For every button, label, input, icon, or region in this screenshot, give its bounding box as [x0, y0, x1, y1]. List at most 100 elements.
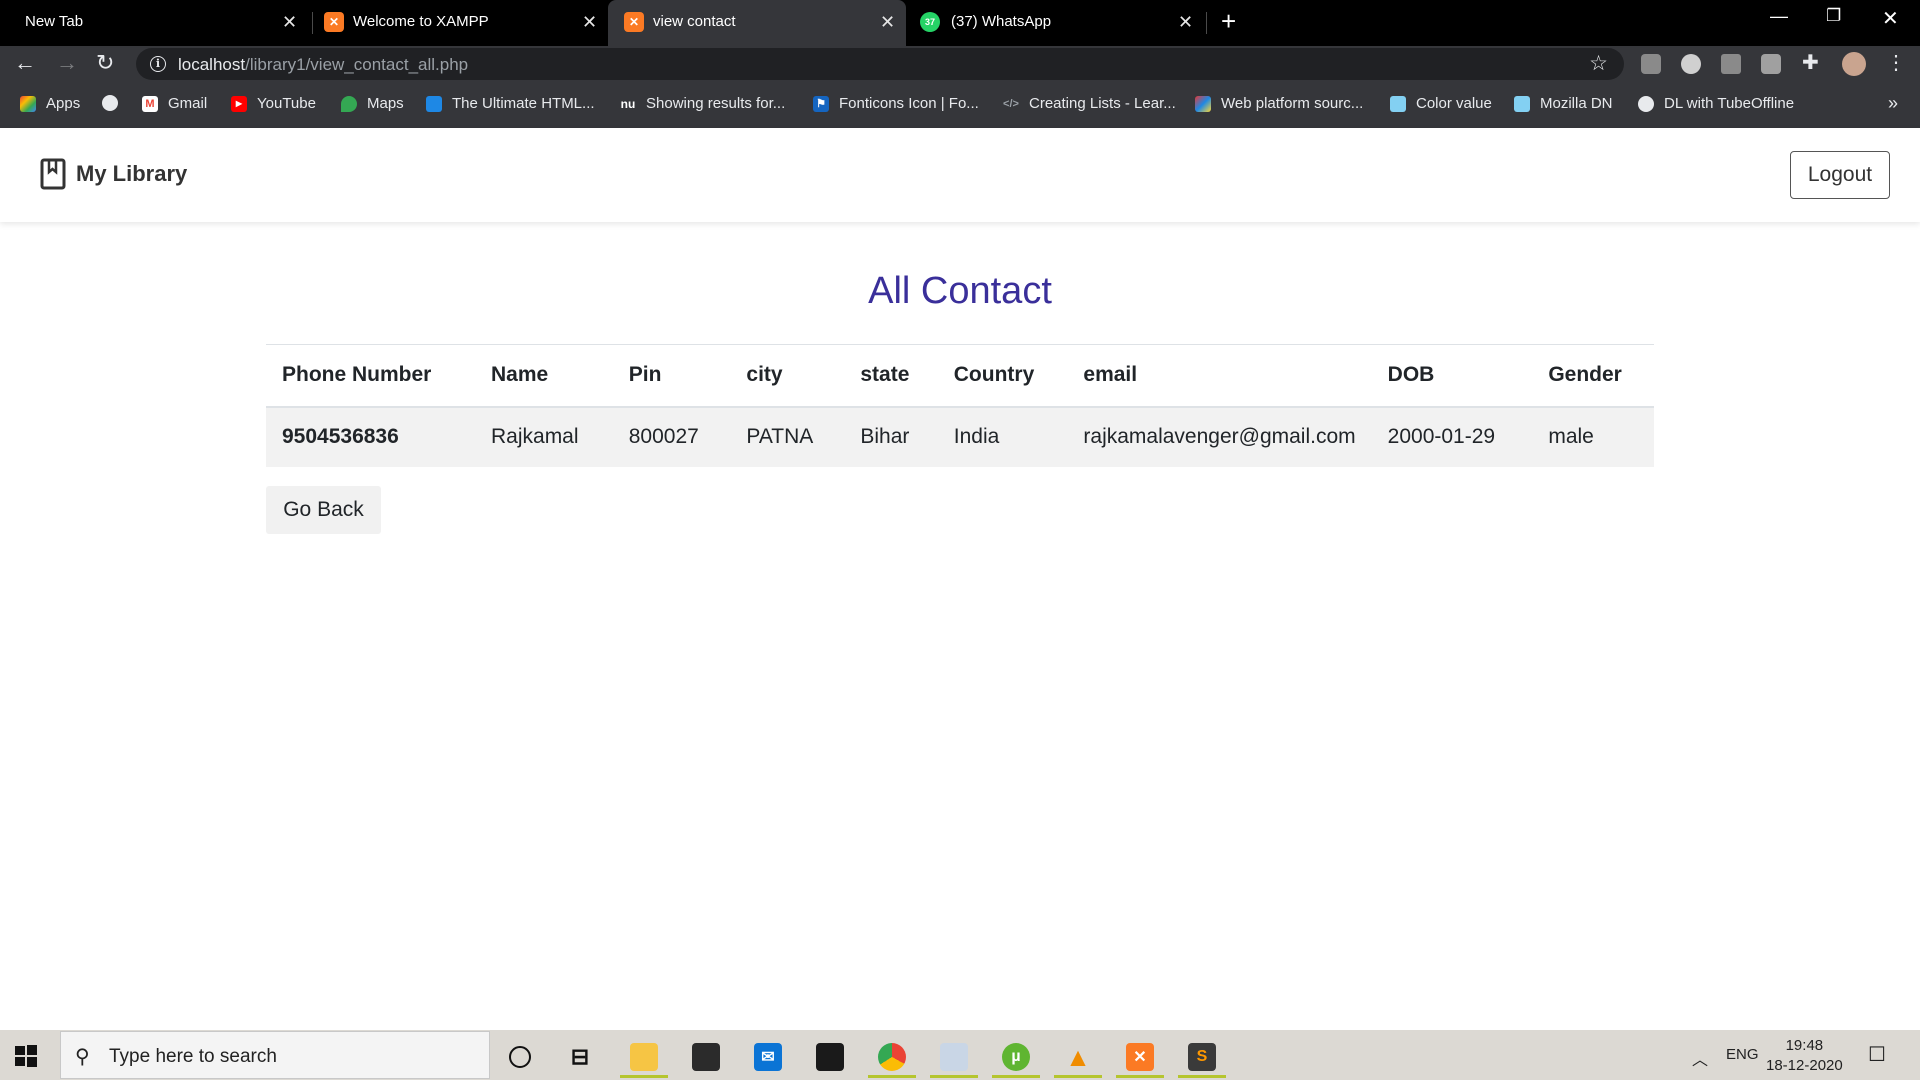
file-explorer-icon[interactable]	[618, 1036, 670, 1078]
tab-title: (37) WhatsApp	[951, 13, 1052, 30]
puzzle-extensions-icon[interactable]: ✚	[1802, 50, 1819, 76]
contact-table: Phone Number Name Pin city state Country…	[266, 344, 1654, 467]
taskbar-search-input[interactable]: ⚲ Type here to search	[60, 1031, 490, 1079]
tab-view-contact[interactable]: ✕ view contact ✕	[608, 0, 906, 46]
go-back-button[interactable]: Go Back	[266, 486, 381, 534]
task-view-icon[interactable]: ⊟	[554, 1036, 606, 1078]
cell-pin: 800027	[612, 406, 731, 467]
column-header: Name	[475, 344, 613, 408]
vlc-icon[interactable]: ▲	[1052, 1036, 1104, 1078]
close-icon[interactable]: ✕	[880, 12, 895, 32]
close-icon[interactable]: ✕	[1178, 12, 1193, 32]
bookmarks-bar: Apps M Gmail ▶ YouTube Maps The Ultimate…	[0, 82, 1920, 128]
bookmark-fonticons[interactable]: ⚑ Fonticons Icon | Fo...	[813, 95, 979, 112]
minimize-icon[interactable]: —	[1770, 6, 1788, 27]
tab-title: view contact	[653, 13, 736, 30]
column-header: DOB	[1371, 344, 1533, 408]
chrome-icon[interactable]	[866, 1036, 918, 1078]
search-icon: ⚲	[75, 1046, 90, 1068]
close-icon[interactable]: ✕	[282, 12, 297, 32]
cell-phone: 9504536836	[266, 406, 475, 467]
bookmark-web-platform[interactable]: Web platform sourc...	[1195, 95, 1363, 112]
bookmark-tubeoffline[interactable]: DL with TubeOffline	[1638, 95, 1794, 112]
download-extension-icon[interactable]	[1721, 54, 1741, 74]
restore-icon[interactable]: ❐	[1826, 6, 1841, 26]
site-navbar: My Library Logout	[0, 128, 1920, 222]
chevron-up-icon[interactable]: ︿	[1692, 1046, 1708, 1070]
tab-whatsapp[interactable]: 37 (37) WhatsApp ✕	[920, 0, 1204, 46]
extension-icon[interactable]	[1761, 54, 1781, 74]
bookmark-color-value[interactable]: Color value	[1390, 95, 1492, 112]
windows-taskbar: ⚲ Type here to search ⊟ ✉ µ ▲ ✕ S ︿ ENG …	[0, 1030, 1920, 1080]
brand-link[interactable]: My Library	[40, 158, 187, 190]
browser-toolbar: ← → ↻ i localhost/library1/view_contact_…	[0, 46, 1920, 82]
apps-grid-icon	[20, 95, 36, 112]
cell-dob: 2000-01-29	[1371, 406, 1533, 467]
column-header: city	[730, 344, 845, 408]
info-icon[interactable]: i	[150, 56, 166, 72]
language-indicator[interactable]: ENG	[1726, 1046, 1759, 1063]
close-icon[interactable]: ✕	[582, 12, 597, 32]
extension-icon[interactable]	[1681, 54, 1701, 74]
globe-icon	[1638, 95, 1654, 112]
bookmark-creating-lists[interactable]: </> Creating Lists - Lear...	[1003, 95, 1176, 112]
clock[interactable]: 19:48 18-12-2020	[1766, 1036, 1843, 1076]
cell-gender: male	[1532, 406, 1654, 467]
store-icon[interactable]	[680, 1036, 732, 1078]
bookmark-gmail[interactable]: M Gmail	[142, 95, 207, 112]
notification-icon[interactable]: ☐	[1868, 1042, 1886, 1067]
predator-sense-icon[interactable]	[804, 1036, 856, 1078]
sublime-text-icon[interactable]: S	[1176, 1036, 1228, 1078]
mdn-icon	[1514, 95, 1530, 112]
bookmark-book-icon	[40, 158, 66, 190]
tab-title: Welcome to XAMPP	[353, 13, 489, 30]
mdn-icon	[1390, 95, 1406, 112]
clock-date: 18-12-2020	[1766, 1057, 1843, 1074]
cortana-icon[interactable]	[494, 1036, 546, 1078]
cell-email: rajkamalavenger@gmail.com	[1067, 406, 1372, 467]
profile-avatar-icon[interactable]	[1842, 52, 1866, 76]
gmail-icon: M	[142, 95, 158, 112]
tab-new-tab[interactable]: New Tab ✕	[0, 0, 310, 46]
logout-button[interactable]: Logout	[1790, 151, 1890, 199]
close-window-icon[interactable]: ✕	[1882, 6, 1899, 31]
shield-icon	[426, 95, 442, 112]
page-title: All Contact	[868, 270, 1052, 312]
extension-icon[interactable]	[1641, 54, 1661, 74]
maps-icon	[341, 95, 357, 112]
forward-arrow-icon[interactable]: →	[56, 50, 78, 76]
new-tab-plus-icon[interactable]: +	[1221, 8, 1236, 34]
bookmark-apps[interactable]: Apps	[20, 95, 80, 112]
bookmark-globe[interactable]	[102, 95, 128, 111]
reload-icon[interactable]: ↻	[96, 50, 114, 76]
windows-start-icon[interactable]	[14, 1044, 38, 1068]
xampp-icon: ✕	[624, 12, 644, 32]
photos-icon[interactable]	[928, 1036, 980, 1078]
brand-name: My Library	[76, 161, 188, 186]
address-bar[interactable]: i localhost/library1/view_contact_all.ph…	[136, 48, 1624, 80]
menu-kebab-icon[interactable]: ⋮	[1886, 50, 1906, 76]
nu-icon: nu	[620, 96, 636, 111]
bookmark-ultimate-html[interactable]: The Ultimate HTML...	[426, 95, 595, 112]
clock-time: 19:48	[1785, 1037, 1824, 1054]
flag-icon: ⚑	[813, 95, 829, 112]
bookmark-youtube[interactable]: ▶ YouTube	[231, 95, 316, 112]
back-arrow-icon[interactable]: ←	[14, 50, 36, 76]
utorrent-icon[interactable]: µ	[990, 1036, 1042, 1078]
xampp-icon[interactable]: ✕	[1114, 1036, 1166, 1078]
url-text[interactable]: localhost/library1/view_contact_all.php	[178, 55, 468, 75]
youtube-icon: ▶	[231, 95, 247, 112]
search-placeholder: Type here to search	[109, 1046, 277, 1067]
bookmark-showing-results[interactable]: nu Showing results for...	[620, 95, 786, 112]
column-header: email	[1067, 344, 1372, 408]
cell-state: Bihar	[844, 406, 938, 467]
column-header: Country	[937, 344, 1068, 408]
cell-country: India	[937, 406, 1068, 467]
chevron-double-right-icon[interactable]: »	[1888, 93, 1898, 114]
bookmark-mozilla-dn[interactable]: Mozilla DN	[1514, 95, 1613, 112]
tab-welcome-xampp[interactable]: ✕ Welcome to XAMPP ✕	[324, 0, 604, 46]
mail-icon[interactable]: ✉	[742, 1036, 794, 1078]
cell-name: Rajkamal	[475, 406, 613, 467]
bookmark-star-icon[interactable]: ☆	[1589, 51, 1608, 76]
bookmark-maps[interactable]: Maps	[341, 95, 404, 112]
